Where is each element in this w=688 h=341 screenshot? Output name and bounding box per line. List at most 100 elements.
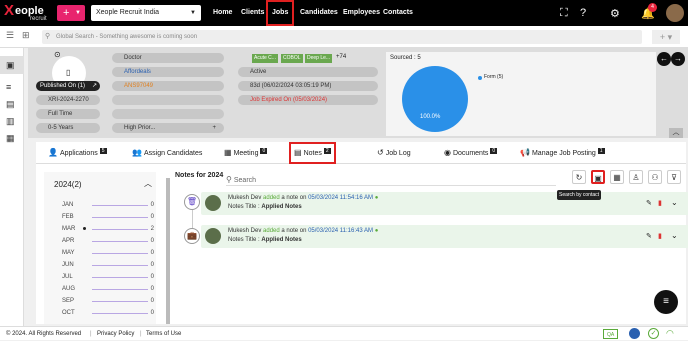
note-title-line: Notes Title : Applied Notes — [228, 237, 302, 243]
check-circle-icon[interactable]: ✓ — [648, 328, 659, 339]
grid-view-icon[interactable]: ⊞ — [22, 30, 30, 41]
list-icon[interactable]: ≡ — [6, 83, 17, 92]
contact-card-icon[interactable]: ▤ — [6, 100, 17, 109]
timeline-line — [192, 210, 193, 228]
privacy-link[interactable]: Privacy Policy — [97, 327, 134, 341]
note-author: Mukesh Dev — [228, 195, 262, 201]
notes-title: Notes for 2024 — [175, 172, 224, 179]
published-status[interactable]: Published On (1) ↗ — [36, 81, 100, 91]
info-icon: ● — [374, 195, 379, 201]
edit-icon[interactable]: ✎ — [646, 232, 652, 240]
chevron-down-icon[interactable]: ⌄ — [671, 231, 678, 240]
user-circle-icon[interactable] — [629, 328, 640, 339]
refresh-button[interactable]: ↻ — [572, 170, 586, 184]
add-new-button[interactable]: + ▼ — [57, 5, 85, 21]
nav-clients[interactable]: Clients — [241, 0, 264, 26]
trash-icon[interactable]: ▮ — [658, 199, 662, 207]
search-by-contact-tooltip: Search by contact — [557, 190, 601, 200]
note-text: a note on — [281, 195, 307, 201]
job-priority[interactable]: High Prior... + — [112, 123, 224, 133]
search-by-contact-button[interactable]: ▣ — [591, 170, 605, 184]
fullscreen-icon[interactable]: ⛶ — [560, 7, 568, 20]
note-item[interactable]: Mukesh Dev added a note on 05/03/2024 11… — [201, 192, 688, 215]
team-filter-button[interactable]: ⚇ — [648, 170, 662, 184]
person-check-icon: 👤 — [48, 148, 58, 157]
calendar-filter-button[interactable]: ▦ — [610, 170, 624, 184]
job-role-value: Doctor — [124, 55, 142, 61]
month-row[interactable]: MAR 2 — [50, 224, 154, 234]
trash-icon[interactable]: ▮ — [658, 232, 662, 240]
nav-employees[interactable]: Employees — [343, 0, 380, 26]
sourced-pie-chart[interactable] — [402, 66, 468, 132]
notes-search-input[interactable]: ⚲ Search — [226, 174, 556, 186]
job-role[interactable]: Doctor — [112, 53, 224, 63]
month-row[interactable]: MAY 0 — [50, 248, 154, 258]
organization-select-value: Xeople Recruit India — [96, 9, 160, 16]
chevron-down-icon[interactable]: ⌄ — [671, 198, 678, 207]
next-job-button[interactable]: → — [671, 52, 685, 66]
logo[interactable]: X eople recruit — [4, 2, 54, 24]
job-recruiters[interactable] — [112, 95, 224, 105]
nav-jobs[interactable]: Jobs — [266, 0, 295, 26]
tab-label: Assign Candidates — [143, 150, 203, 157]
global-search-input[interactable]: ⚲ Global Search - Something awesome is c… — [42, 30, 642, 44]
terms-link[interactable]: Terms of Use — [146, 327, 181, 341]
tab-assign-candidates[interactable]: 👥 Assign Candidates — [132, 142, 202, 164]
month-row[interactable]: SEP 0 — [50, 296, 154, 306]
filter-button[interactable]: ⊽ — [667, 170, 681, 184]
tab-notes[interactable]: ▤ Notes 2 — [289, 142, 336, 164]
sourced-panel: Sourced : 5 100.0% Form (5) — [386, 52, 656, 136]
job-company[interactable]: Affordeals — [112, 67, 224, 77]
pie-percent-label: 100.0% — [420, 114, 441, 120]
month-row[interactable]: AUG 0 — [50, 284, 154, 294]
nav-contacts[interactable]: Contacts — [383, 0, 413, 26]
organization-select[interactable]: Xeople Recruit India ▼ — [91, 5, 201, 21]
sidebar-item-jobs[interactable]: ▣ — [0, 56, 24, 74]
avatar[interactable] — [666, 4, 684, 22]
top-navbar: X eople recruit + ▼ Xeople Recruit India ▼… — [0, 0, 688, 26]
job-experience: 0-5 Years — [36, 123, 100, 133]
tab-meeting[interactable]: ▦ Meeting 0 — [224, 142, 268, 164]
month-row[interactable]: JUN 0 — [50, 260, 154, 270]
month-row[interactable]: FEB 0 — [50, 212, 154, 222]
chevron-up-icon[interactable]: ︿ — [144, 178, 152, 189]
year-title[interactable]: 2024(2) — [54, 180, 82, 189]
scrollbar[interactable] — [166, 178, 170, 324]
skill-tag: Deep Le... — [305, 54, 333, 63]
pages-icon[interactable]: ▥ — [6, 117, 17, 126]
global-search-bar: ☰ ⊞ ⚲ Global Search - Something awesome … — [0, 26, 688, 48]
legend-label[interactable]: Form (5) — [484, 74, 503, 80]
tab-job-log[interactable]: ↺ Job Log — [377, 142, 411, 164]
tab-applications[interactable]: 👤 Applications 5 — [48, 142, 107, 164]
month-row[interactable]: OCT 0 — [50, 308, 154, 318]
skills-more[interactable]: +74 — [336, 54, 346, 60]
plus-icon: + — [63, 7, 70, 19]
note-date: 05/03/2024 11:16:43 AM — [308, 228, 374, 234]
collapse-header-button[interactable]: ︿ — [669, 128, 683, 138]
job-tabs: 👤 Applications 5 👥 Assign Candidates ▦ Meeti… — [36, 142, 686, 164]
tab-manage-job-posting[interactable]: 📢 Manage Job Posting 1 — [520, 142, 605, 164]
gear-icon[interactable]: ⚙ — [610, 7, 620, 20]
quick-actions-button[interactable]: ≡ — [654, 290, 678, 314]
add-quick-button[interactable]: + ▾ — [652, 30, 680, 44]
job-priority-value: High Prior... — [124, 125, 156, 131]
list-view-icon[interactable]: ☰ — [6, 30, 14, 41]
job-status[interactable]: Active — [238, 67, 378, 77]
user-filter-button[interactable]: ♙ — [629, 170, 643, 184]
job-contact[interactable]: ANS97049 — [112, 81, 224, 91]
nav-home[interactable]: Home — [213, 0, 232, 26]
delete-note-timeline-icon: 🗑 — [184, 194, 200, 210]
month-row[interactable]: JUL 0 — [50, 272, 154, 282]
camera-icon: ▯ — [66, 68, 71, 77]
prev-job-button[interactable]: ← — [657, 52, 671, 66]
job-owner[interactable] — [112, 109, 224, 119]
footer-copyright: © 2024. All Rights Reserved — [6, 331, 82, 337]
edit-icon[interactable]: ✎ — [646, 199, 652, 207]
note-item[interactable]: Mukesh Dev added a note on 05/03/2024 11… — [201, 225, 688, 248]
month-row[interactable]: APR 0 — [50, 236, 154, 246]
document-icon[interactable]: ▦ — [6, 134, 17, 143]
help-icon[interactable]: ? — [580, 7, 586, 19]
nav-candidates[interactable]: Candidates — [300, 0, 338, 26]
month-row[interactable]: JAN 0 — [50, 200, 154, 210]
tab-documents[interactable]: ◉ Documents 0 — [444, 142, 498, 164]
